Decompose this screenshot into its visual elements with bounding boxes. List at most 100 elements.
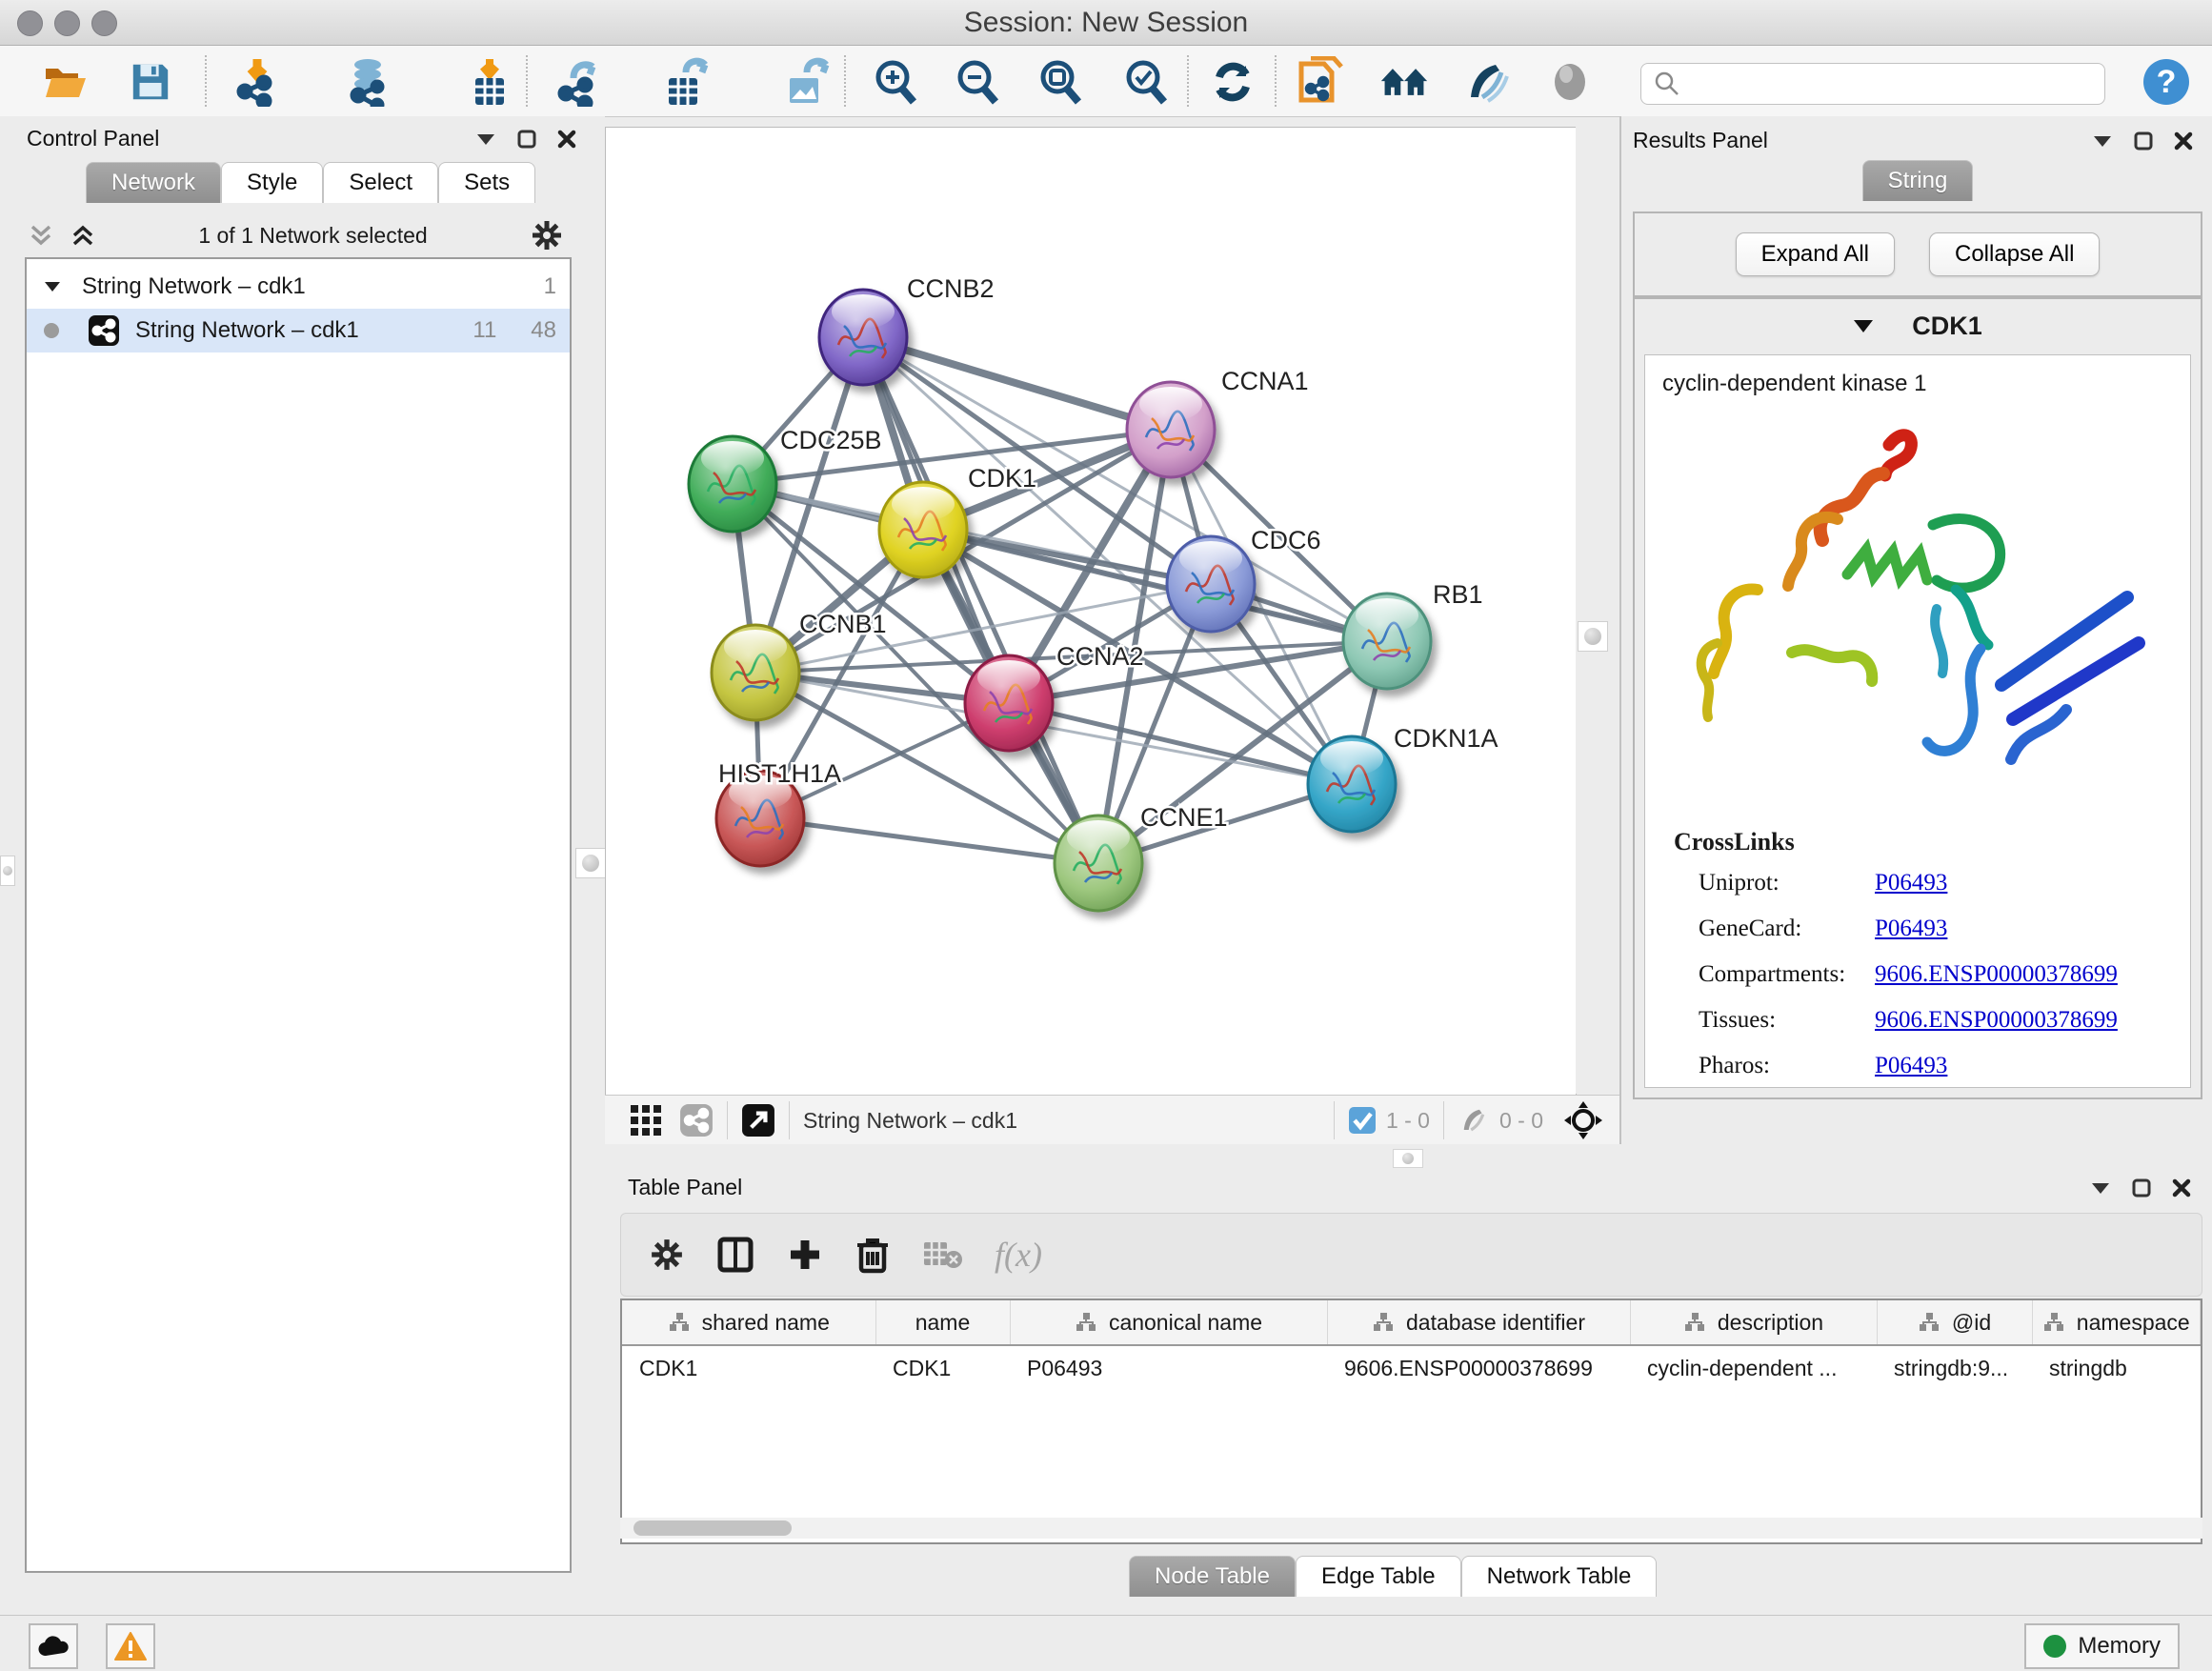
- col-name[interactable]: name: [875, 1300, 1010, 1345]
- tab-sets[interactable]: Sets: [438, 162, 535, 203]
- graph-edge[interactable]: [760, 818, 1098, 863]
- add-column-icon[interactable]: [787, 1237, 823, 1273]
- birdseye-toggle-button[interactable]: [630, 1104, 662, 1137]
- graph-node-CCNB2[interactable]: [819, 290, 907, 385]
- import-table-file-button[interactable]: [465, 57, 514, 107]
- tab-node-table[interactable]: Node Table: [1129, 1556, 1296, 1597]
- west-splitter-handle[interactable]: [0, 856, 15, 886]
- close-panel-icon[interactable]: [2172, 1178, 2191, 1198]
- col-namespace[interactable]: namespace: [2032, 1300, 2201, 1345]
- delete-table-icon[interactable]: [922, 1238, 962, 1271]
- zoom-out-button[interactable]: [953, 57, 1002, 107]
- function-builder-icon[interactable]: f(x): [995, 1235, 1042, 1275]
- cell-namespace[interactable]: stringdb: [2032, 1345, 2201, 1390]
- control-splitter-handle[interactable]: [575, 848, 606, 878]
- cell-canonical-name[interactable]: P06493: [1010, 1345, 1327, 1390]
- col-shared-name[interactable]: shared name: [622, 1300, 875, 1345]
- table-options-gear-icon[interactable]: [650, 1238, 684, 1272]
- memory-button[interactable]: Memory: [2024, 1623, 2180, 1669]
- graph-edge[interactable]: [1009, 703, 1352, 784]
- float-panel-icon[interactable]: [2132, 1178, 2151, 1198]
- expand-all-button[interactable]: Expand All: [1736, 232, 1895, 276]
- import-network-database-button[interactable]: [343, 57, 392, 107]
- import-network-file-button[interactable]: [232, 57, 282, 107]
- fit-selected-button[interactable]: [1564, 1101, 1602, 1139]
- col-database-identifier[interactable]: database identifier: [1327, 1300, 1630, 1345]
- panel-menu-icon[interactable]: [2090, 1181, 2111, 1195]
- network-canvas[interactable]: CCNB2CCNA1CDC25BCDK1CDC6RB1CCNB1CCNA2CDK…: [605, 127, 1577, 1096]
- panel-menu-icon[interactable]: [2092, 134, 2113, 148]
- cell-description[interactable]: cyclin-dependent ...: [1630, 1345, 1877, 1390]
- close-panel-icon[interactable]: [2174, 131, 2193, 151]
- col-description[interactable]: description: [1630, 1300, 1877, 1345]
- show-columns-icon[interactable]: [716, 1236, 754, 1274]
- cell-database-identifier[interactable]: 9606.ENSP00000378699: [1327, 1345, 1630, 1390]
- string-view-badge[interactable]: [679, 1103, 714, 1137]
- graph-node-CCNE1[interactable]: [1055, 815, 1142, 911]
- east-splitter-handle[interactable]: [1578, 621, 1608, 652]
- graph-node-CDC6[interactable]: [1167, 536, 1255, 632]
- panel-menu-icon[interactable]: [475, 132, 496, 146]
- graph-node-CCNA1[interactable]: [1127, 382, 1215, 477]
- graph-node-CDK1[interactable]: [879, 482, 967, 577]
- graph-node-CCNA2[interactable]: [965, 655, 1053, 751]
- uniprot-link[interactable]: P06493: [1875, 870, 1947, 896]
- tissues-link[interactable]: 9606.ENSP00000378699: [1875, 1007, 2118, 1034]
- help-button[interactable]: ?: [2142, 57, 2191, 107]
- compartments-link[interactable]: 9606.ENSP00000378699: [1875, 961, 2118, 988]
- table-header-row[interactable]: shared name name canonical name database…: [622, 1300, 2201, 1345]
- table-horizontal-scrollbar[interactable]: [620, 1518, 2202, 1539]
- tab-edge-table[interactable]: Edge Table: [1296, 1556, 1461, 1597]
- open-session-button[interactable]: [40, 57, 90, 107]
- save-session-button[interactable]: [126, 57, 175, 107]
- expand-all-icon[interactable]: [70, 224, 95, 247]
- graph-node-CDC25B[interactable]: [689, 436, 776, 532]
- close-panel-icon[interactable]: [557, 130, 576, 149]
- search-input[interactable]: [1689, 70, 2104, 97]
- zoom-selected-button[interactable]: [1121, 57, 1171, 107]
- delete-column-icon[interactable]: [855, 1236, 890, 1274]
- zoom-in-button[interactable]: [871, 57, 920, 107]
- cell-shared-name[interactable]: CDK1: [622, 1345, 875, 1390]
- tab-select[interactable]: Select: [323, 162, 438, 203]
- graph-node-CDKN1A[interactable]: [1308, 736, 1396, 832]
- collapse-all-icon[interactable]: [29, 224, 53, 247]
- genecard-link[interactable]: P06493: [1875, 916, 1947, 942]
- export-network-button[interactable]: [554, 57, 604, 107]
- graph-edge[interactable]: [863, 337, 1171, 430]
- tab-style[interactable]: Style: [221, 162, 323, 203]
- col-canonical-name[interactable]: canonical name: [1010, 1300, 1327, 1345]
- graph-edge[interactable]: [863, 337, 1098, 863]
- col-id[interactable]: @id: [1877, 1300, 2032, 1345]
- float-panel-icon[interactable]: [517, 130, 536, 149]
- show-all-button[interactable]: [1545, 57, 1595, 107]
- scrollbar-thumb[interactable]: [633, 1520, 792, 1536]
- table-row[interactable]: CDK1 CDK1 P06493 9606.ENSP00000378699 cy…: [622, 1345, 2201, 1390]
- tab-network-table[interactable]: Network Table: [1461, 1556, 1658, 1597]
- open-in-window-button[interactable]: [741, 1103, 775, 1137]
- horizontal-splitter-handle[interactable]: [1393, 1149, 1423, 1168]
- expander-icon[interactable]: [44, 281, 61, 292]
- network-collection-row[interactable]: String Network – cdk1 1: [27, 265, 570, 309]
- search-field[interactable]: [1640, 63, 2105, 105]
- network-options-gear-icon[interactable]: [531, 219, 563, 252]
- cell-id[interactable]: stringdb:9...: [1877, 1345, 2032, 1390]
- share-file-button[interactable]: [1296, 57, 1345, 107]
- export-table-button[interactable]: [662, 57, 712, 107]
- gene-section-header[interactable]: CDK1: [1635, 299, 2201, 352]
- collapse-gene-icon[interactable]: [1853, 319, 1874, 333]
- refresh-button[interactable]: [1208, 57, 1257, 107]
- zoom-fit-button[interactable]: [1036, 57, 1085, 107]
- cloud-status-button[interactable]: [29, 1623, 78, 1669]
- tab-network[interactable]: Network: [86, 162, 221, 203]
- graph-node-CCNB1[interactable]: [712, 625, 799, 720]
- cell-name[interactable]: CDK1: [875, 1345, 1010, 1390]
- pharos-link[interactable]: P06493: [1875, 1053, 1947, 1079]
- hide-selected-button[interactable]: [1463, 57, 1513, 107]
- tab-string-results[interactable]: String: [1862, 160, 1974, 201]
- export-image-button[interactable]: [783, 57, 833, 107]
- graph-node-RB1[interactable]: [1343, 594, 1431, 689]
- homes-button[interactable]: [1379, 57, 1429, 107]
- float-panel-icon[interactable]: [2134, 131, 2153, 151]
- warnings-button[interactable]: [106, 1623, 155, 1669]
